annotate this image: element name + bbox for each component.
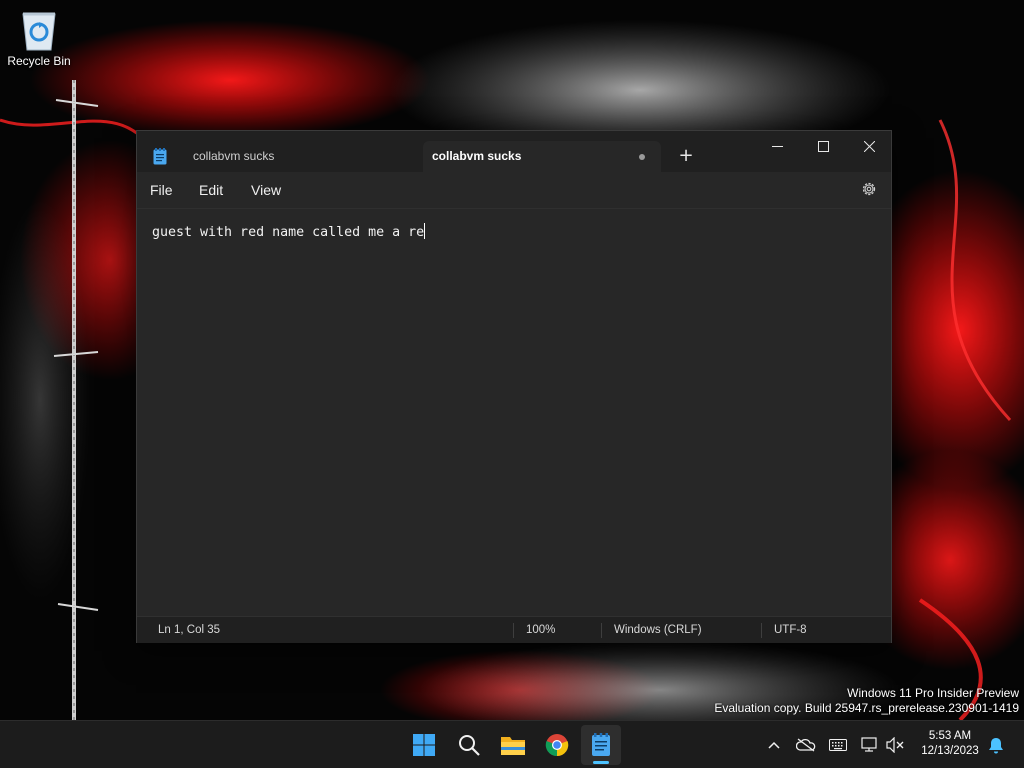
status-zoom[interactable]: 100% xyxy=(526,624,555,636)
recycle-bin-icon xyxy=(19,8,59,52)
menu-file[interactable]: File xyxy=(150,182,173,198)
tab-inactive[interactable]: collabvm sucks xyxy=(179,141,421,172)
unsaved-dot-icon[interactable] xyxy=(639,154,645,160)
start-icon xyxy=(413,734,435,756)
notepad-window: collabvm sucks collabvm sucks + File Edi… xyxy=(136,130,892,643)
tab-label: collabvm sucks xyxy=(432,149,522,163)
text-caret xyxy=(424,223,426,239)
taskbar-notepad[interactable] xyxy=(581,725,621,765)
file-explorer-icon xyxy=(501,737,525,755)
chevron-up-icon xyxy=(768,741,780,749)
taskbar-file-explorer[interactable] xyxy=(493,725,533,765)
notification-bell-icon xyxy=(989,737,1003,753)
minimize-icon xyxy=(771,145,783,147)
maximize-button[interactable] xyxy=(800,131,846,161)
volume-muted-icon xyxy=(886,737,904,753)
title-bar[interactable]: collabvm sucks collabvm sucks + xyxy=(137,131,891,172)
editor-text-value: guest with red name called me a re xyxy=(152,225,425,240)
notifications-button[interactable] xyxy=(986,735,1006,755)
clock-time: 5:53 AM xyxy=(928,730,972,742)
watermark-build: Evaluation copy. Build 25947.rs_prerelea… xyxy=(714,701,1019,715)
status-line-ending[interactable]: Windows (CRLF) xyxy=(614,624,702,636)
status-bar: Ln 1, Col 35 100% Windows (CRLF) UTF-8 xyxy=(137,616,891,643)
desktop-icon-recycle-bin[interactable]: Recycle Bin xyxy=(4,6,74,76)
status-encoding[interactable]: UTF-8 xyxy=(774,624,807,636)
start-button[interactable] xyxy=(404,725,444,765)
search-button[interactable] xyxy=(449,725,489,765)
notepad-app-icon xyxy=(153,148,167,165)
menu-edit[interactable]: Edit xyxy=(199,182,223,198)
menu-bar: File Edit View xyxy=(137,172,891,208)
menu-view[interactable]: View xyxy=(251,182,281,198)
keyboard-icon xyxy=(829,739,847,751)
close-button[interactable] xyxy=(846,131,892,161)
taskbar-clock[interactable]: 5:53 AM 12/13/2023 xyxy=(918,729,982,759)
taskbar-chrome[interactable] xyxy=(537,725,577,765)
network-icon xyxy=(861,737,877,752)
input-indicator-button[interactable] xyxy=(828,735,848,755)
status-separator xyxy=(513,623,514,638)
clock-date: 12/13/2023 xyxy=(921,745,979,757)
desktop-icon-label: Recycle Bin xyxy=(7,54,71,68)
windows-watermark: Windows 11 Pro Insider Preview Evaluatio… xyxy=(714,686,1019,716)
editor-content[interactable]: guest with red name called me a re xyxy=(152,223,426,240)
active-app-indicator xyxy=(593,761,609,764)
onedrive-tray-button[interactable] xyxy=(796,735,816,755)
tab-label: collabvm sucks xyxy=(193,149,275,163)
watermark-edition: Windows 11 Pro Insider Preview xyxy=(847,686,1019,700)
status-cursor-position: Ln 1, Col 35 xyxy=(158,624,221,636)
settings-button[interactable] xyxy=(860,180,878,198)
taskbar: 5:53 AM 12/13/2023 xyxy=(0,720,1024,768)
network-button[interactable] xyxy=(860,735,880,755)
gear-icon xyxy=(862,182,876,196)
search-icon xyxy=(459,735,480,756)
volume-button[interactable] xyxy=(885,735,905,755)
onedrive-offline-icon xyxy=(796,738,816,752)
minimize-button[interactable] xyxy=(754,131,800,161)
tab-active[interactable]: collabvm sucks xyxy=(423,141,661,172)
text-editor[interactable]: guest with red name called me a re xyxy=(137,208,891,616)
status-separator xyxy=(601,623,602,638)
new-tab-button[interactable]: + xyxy=(675,145,697,167)
close-icon xyxy=(863,140,875,152)
chrome-icon xyxy=(545,734,569,757)
notepad-icon xyxy=(592,733,610,756)
maximize-icon xyxy=(817,140,829,152)
status-separator xyxy=(761,623,762,638)
show-hidden-icons-button[interactable] xyxy=(764,735,784,755)
